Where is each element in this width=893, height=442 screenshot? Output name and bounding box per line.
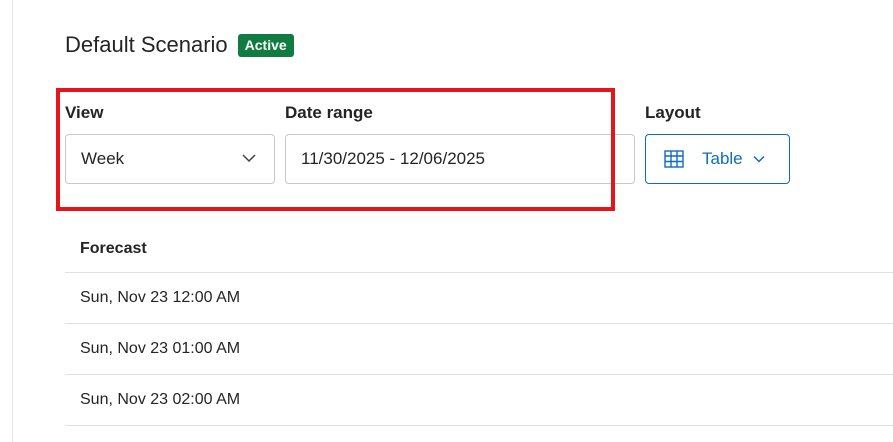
layout-dropdown-button[interactable]: Table [645, 134, 790, 184]
layout-label: Layout [645, 103, 701, 122]
table-row[interactable]: Sun, Nov 23 02:00 AM [65, 375, 893, 426]
status-badge: Active [237, 33, 294, 57]
left-pane-divider [12, 0, 13, 442]
forecast-table: Forecast Sun, Nov 23 12:00 AM Sun, Nov 2… [65, 225, 893, 426]
row-timestamp: Sun, Nov 23 02:00 AM [80, 391, 241, 408]
highlight-annotation-box [56, 88, 615, 211]
row-timestamp: Sun, Nov 23 12:00 AM [80, 289, 241, 306]
table-row[interactable]: Sun, Nov 23 12:00 AM [65, 273, 893, 324]
row-timestamp: Sun, Nov 23 01:00 AM [80, 340, 241, 357]
chevron-down-icon [753, 155, 765, 163]
layout-value: Table [702, 149, 743, 168]
table-row[interactable]: Sun, Nov 23 01:00 AM [65, 324, 893, 375]
scenario-header: Default Scenario Active [65, 30, 294, 60]
scenario-title: Default Scenario [65, 32, 228, 57]
table-header-forecast[interactable]: Forecast [65, 225, 893, 273]
column-header-label: Forecast [80, 239, 147, 257]
table-icon [664, 150, 684, 168]
